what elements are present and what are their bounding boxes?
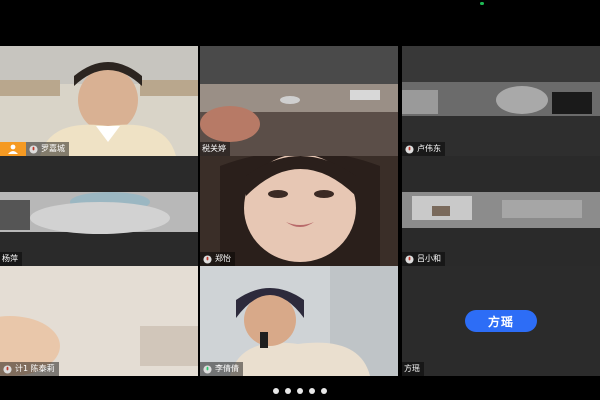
name-tag: 杨萍 [0, 252, 22, 266]
participant-tile-3[interactable]: 卢伟东 [402, 46, 600, 156]
status-indicator [480, 2, 484, 5]
page-dot[interactable] [321, 388, 327, 394]
participant-name: 郑怡 [215, 254, 231, 263]
person-icon [8, 144, 18, 154]
video-feed [200, 46, 398, 156]
video-feed [0, 266, 198, 376]
mic-icon [404, 254, 414, 264]
page-dot[interactable] [285, 388, 291, 394]
mic-icon [202, 254, 212, 264]
bottom-bar [0, 376, 600, 400]
video-feed [402, 46, 600, 156]
participant-tile-5[interactable]: 郑怡 [200, 156, 398, 266]
name-tag: 郑怡 [200, 252, 235, 266]
name-tag: 吕小和 [402, 252, 445, 266]
avatar: 方瑶 [465, 310, 537, 332]
participant-name: 李倩倩 [215, 364, 239, 373]
mic-icon [404, 144, 414, 154]
participant-tile-7[interactable]: 计1 陈泰莉 [0, 266, 198, 376]
mic-icon [2, 364, 12, 374]
video-grid: 罗嘉城 税关婷 卢伟东 杨萍 郑怡 吕小和 计1 陈泰莉 李倩倩 方瑶 方瑶 [0, 46, 600, 376]
participant-tile-4[interactable]: 杨萍 [0, 156, 198, 266]
participant-name: 吕小和 [417, 254, 441, 263]
name-tag: 罗嘉城 [26, 142, 69, 156]
participant-name: 卢伟东 [417, 144, 441, 153]
video-feed [200, 266, 398, 376]
participant-tile-1[interactable]: 罗嘉城 [0, 46, 198, 156]
participant-tile-6[interactable]: 吕小和 [402, 156, 600, 266]
participant-name: 计1 陈泰莉 [15, 364, 55, 373]
name-tag: 方瑶 [402, 362, 424, 376]
participant-name: 税关婷 [202, 144, 226, 153]
top-bar [0, 0, 600, 46]
participant-tile-9[interactable]: 方瑶 方瑶 [402, 266, 600, 376]
video-feed [0, 46, 198, 156]
name-tag: 李倩倩 [200, 362, 243, 376]
host-badge [0, 142, 26, 156]
video-feed [402, 156, 600, 266]
name-tag: 卢伟东 [402, 142, 445, 156]
page-dot[interactable] [297, 388, 303, 394]
mic-icon [28, 144, 38, 154]
participant-name: 方瑶 [404, 364, 420, 373]
video-feed [200, 156, 398, 266]
name-tag: 计1 陈泰莉 [0, 362, 59, 376]
video-feed [0, 156, 198, 266]
page-dot[interactable] [309, 388, 315, 394]
participant-name: 罗嘉城 [41, 144, 65, 153]
mic-icon [202, 364, 212, 374]
participant-name: 杨萍 [2, 254, 18, 263]
name-tag: 税关婷 [200, 142, 230, 156]
page-indicator [273, 388, 327, 394]
participant-tile-2[interactable]: 税关婷 [200, 46, 398, 156]
page-dot[interactable] [273, 388, 279, 394]
participant-tile-8[interactable]: 李倩倩 [200, 266, 398, 376]
